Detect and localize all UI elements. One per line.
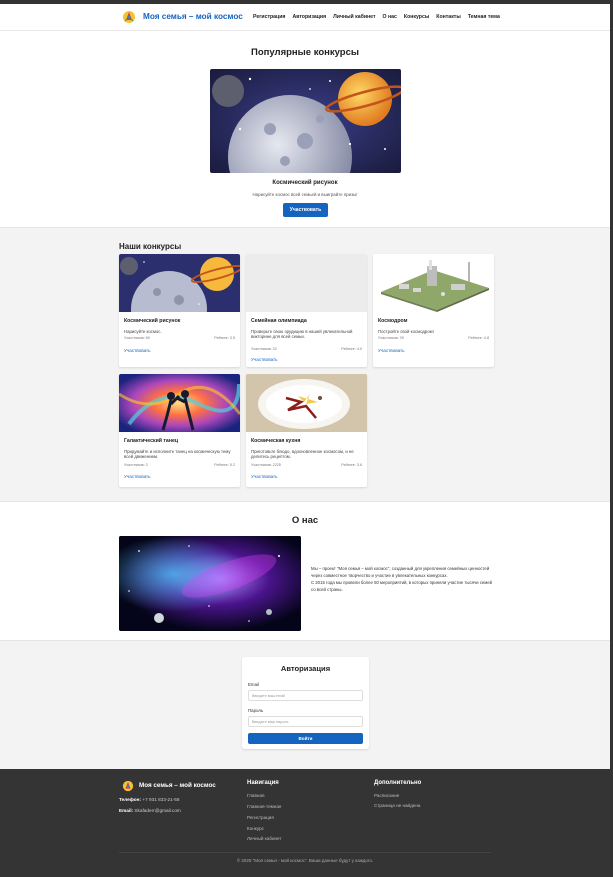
email-field[interactable]	[248, 690, 363, 701]
contest-rating: Рейтинг: 4.0	[341, 347, 362, 351]
footer-link-contest[interactable]: Конкурс	[247, 826, 264, 831]
footer-divider	[119, 852, 491, 853]
contest-card: Космический рисунок Нарисуйте космос. Уч…	[119, 254, 240, 367]
contest-title: Космический рисунок	[124, 318, 181, 324]
contest-rating: Рейтинг: 3.6	[341, 463, 362, 467]
site-header: Моя семья – мой космос Регистрация Автор…	[0, 4, 610, 31]
footer-link-home[interactable]: Главная	[247, 793, 264, 798]
footer-email-label: Email:	[119, 808, 134, 813]
contest-participate-link[interactable]: Участвовать	[251, 474, 278, 479]
nav-login[interactable]: Авторизация	[292, 14, 326, 20]
contest-description: Постройте свой космодром!	[378, 329, 434, 334]
about-nebula-image	[119, 536, 301, 631]
contest-participants: Участников: 3	[124, 463, 148, 467]
auth-title: Авторизация	[280, 664, 331, 673]
contest-description: Приготовьте блюдо, вдохновленное космосо…	[251, 449, 354, 460]
hero-space-painting-image	[210, 69, 401, 173]
contest-image-cosmodrome	[373, 254, 494, 312]
brand-title[interactable]: Моя семья – мой космос	[143, 12, 243, 21]
contest-image-galactic-dance	[119, 374, 240, 432]
footer-email: Email: Skafaderr@gmail.com	[119, 808, 181, 813]
contest-card: Галактический танец Придумайте и исполни…	[119, 374, 240, 487]
contest-image-space-drawing	[119, 254, 240, 312]
email-label: Email	[248, 682, 259, 687]
footer-link-home-dark[interactable]: Главная-темная	[247, 804, 281, 809]
contest-title: Космодром	[378, 318, 408, 324]
footer-extra-title: Дополнительно	[374, 780, 422, 786]
popular-section: Популярные конкурсы Космический рисунок …	[0, 31, 610, 228]
hero-participate-button[interactable]: Участвовать	[283, 203, 328, 217]
about-paragraph-2: С 2015 года мы провели более 50 мероприя…	[311, 580, 493, 592]
nav-about[interactable]: О нас	[383, 14, 397, 20]
page: Моя семья – мой космос Регистрация Автор…	[0, 0, 613, 877]
footer-phone: Телефон: +7 931 833-21-58	[119, 797, 180, 802]
contest-image-space-kitchen	[246, 374, 367, 432]
contest-participate-link[interactable]: Участвовать	[124, 348, 151, 353]
contests-title: Наши конкурсы	[119, 242, 182, 251]
contest-participants: Участников: 32	[251, 347, 277, 351]
footer-link-404[interactable]: Страница не найдена	[374, 803, 420, 808]
contest-card: Семейная олимпиада Проверьте свою эрудиц…	[246, 254, 367, 367]
footer-link-account[interactable]: Личный кабинет	[247, 836, 282, 841]
contest-participants: Участников: 2225	[251, 463, 281, 467]
rocket-logo-icon[interactable]	[122, 10, 136, 24]
contest-participate-link[interactable]: Участвовать	[251, 357, 278, 362]
nav-dark-theme[interactable]: Темная тема	[468, 14, 500, 20]
contest-participants: Участников: 69	[124, 336, 150, 340]
footer-link-register[interactable]: Регистрация	[247, 815, 274, 820]
contest-card: Космодром Постройте свой космодром! Учас…	[373, 254, 494, 367]
contest-rating: Рейтинг: 3.5	[214, 336, 235, 340]
contest-description: Нарисуйте космос.	[124, 329, 162, 334]
contest-image-placeholder	[246, 254, 367, 312]
login-submit-button[interactable]: Войти	[248, 733, 363, 744]
hero-contest-description: Нарисуйте космос всей семьей и выиграйте…	[252, 192, 358, 197]
about-text: Мы – проект "Моя семья – мой космос", со…	[311, 565, 496, 593]
contest-title: Космическая кухня	[251, 438, 301, 444]
about-paragraph-1: Мы – проект "Моя семья – мой космос", со…	[311, 566, 490, 578]
window-top-border	[0, 0, 613, 4]
contest-rating: Рейтинг: 5.2	[214, 463, 235, 467]
password-label: Пароль	[248, 708, 264, 713]
footer-brand: Моя семья – мой космос	[139, 782, 216, 789]
footer-phone-label: Телефон:	[119, 797, 142, 802]
contest-participate-link[interactable]: Участвовать	[378, 348, 405, 353]
contest-title: Семейная олимпиада	[251, 318, 307, 324]
contest-description: Придумайте и исполните танец на космичес…	[124, 449, 231, 460]
contest-rating: Рейтинг: 4.8	[468, 336, 489, 340]
contests-section: Наши конкурсы Космический рисунок Нарису…	[0, 228, 610, 502]
contest-participants: Участников: 39	[378, 336, 404, 340]
nav-register[interactable]: Регистрация	[253, 14, 285, 20]
contest-title: Галактический танец	[124, 438, 179, 444]
nav-contests[interactable]: Конкурсы	[404, 14, 429, 20]
nav-account[interactable]: Личный кабинет	[333, 14, 375, 20]
footer-nav-title: Навигация	[247, 780, 279, 786]
rocket-logo-icon[interactable]	[122, 780, 134, 792]
password-field[interactable]	[248, 716, 363, 727]
main-nav: Регистрация Авторизация Личный кабинет О…	[253, 14, 500, 20]
auth-section: Авторизация Email Пароль Войти	[0, 641, 610, 769]
footer-link-schedule[interactable]: Расписание	[374, 793, 399, 798]
footer-email-value[interactable]: Skafaderr@gmail.com	[134, 808, 180, 813]
about-title: О нас	[291, 515, 319, 526]
about-section: О нас Мы – проект "Моя семья – мой космо…	[0, 502, 610, 641]
site-footer: Моя семья – мой космос Телефон: +7 931 8…	[0, 769, 610, 877]
hero-contest-name: Космический рисунок	[272, 180, 338, 186]
footer-phone-value[interactable]: +7 931 833-21-58	[142, 797, 179, 802]
auth-form: Авторизация Email Пароль Войти	[242, 657, 369, 749]
footer-copyright: © 2025 "Моя семья - мой космос". Ваши да…	[236, 858, 374, 863]
nav-contacts[interactable]: Контакты	[436, 14, 460, 20]
contest-card: Космическая кухня Приготовьте блюдо, вдо…	[246, 374, 367, 487]
contest-participate-link[interactable]: Участвовать	[124, 474, 151, 479]
contest-description: Проверьте свою эрудицию в нашей увлекате…	[251, 329, 353, 340]
popular-title: Популярные конкурсы	[251, 47, 359, 58]
